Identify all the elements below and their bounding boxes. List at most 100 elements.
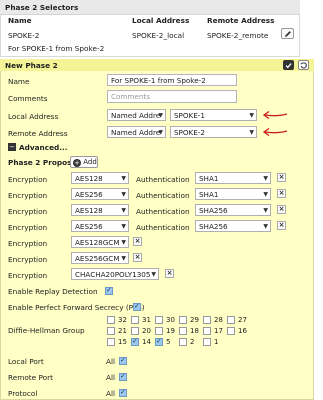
dh-group-value: 18	[190, 327, 199, 335]
local-port-label: Local Port	[8, 357, 44, 366]
encryption-label: Encryption	[8, 271, 48, 280]
authentication-select[interactable]: SHA256 ▼	[195, 204, 271, 216]
protocol-all-checkbox[interactable]	[119, 388, 127, 397]
confirm-button[interactable]	[283, 60, 294, 70]
authentication-value: SHA1	[199, 174, 219, 183]
remote-address-label: Remote Address	[8, 129, 68, 138]
dh-group-checkbox[interactable]	[203, 338, 211, 346]
encryption-value: AES256	[75, 222, 103, 231]
chevron-down-icon: ▼	[263, 207, 268, 214]
encryption-select[interactable]: AES256 ▼	[71, 188, 129, 200]
add-proposal-button[interactable]: + Add	[70, 156, 98, 168]
dh-group-checkbox[interactable]	[179, 338, 187, 346]
chevron-down-icon: ▼	[249, 112, 254, 119]
remove-proposal-button[interactable]: ×	[277, 173, 286, 182]
remove-proposal-button[interactable]: ×	[277, 221, 286, 230]
dh-group-value: 27	[238, 316, 247, 324]
chevron-down-icon: ▼	[263, 191, 268, 198]
dh-group-value: 15	[118, 338, 127, 346]
dh-group-checkbox[interactable]	[107, 327, 115, 335]
revert-button[interactable]	[298, 60, 309, 70]
chevron-down-icon: ▼	[151, 271, 156, 278]
dh-group-checkbox[interactable]	[179, 327, 187, 335]
dh-group-checkbox[interactable]	[107, 316, 115, 324]
col-name-header: Name	[8, 16, 32, 25]
collapse-icon[interactable]: −	[8, 143, 16, 151]
dh-group-value: 32	[118, 316, 127, 324]
encryption-select[interactable]: AES128 ▼	[71, 172, 129, 184]
replay-detection-checkbox[interactable]	[105, 286, 113, 295]
undo-icon	[300, 61, 307, 69]
local-port-all-checkbox[interactable]	[119, 356, 127, 365]
dh-group-value: 16	[238, 327, 247, 335]
remote-address-type-select[interactable]: Named Addre ▼	[107, 126, 166, 138]
name-input[interactable]: For SPOKE-1 from Spoke-2	[107, 74, 237, 86]
edit-selector-button[interactable]	[281, 28, 294, 39]
chevron-down-icon: ▼	[121, 191, 126, 198]
pfs-checkbox[interactable]	[133, 302, 141, 311]
chevron-down-icon: ▼	[121, 207, 126, 214]
dh-group-checkbox[interactable]	[131, 337, 139, 346]
encryption-select[interactable]: AES256 ▼	[71, 220, 129, 232]
authentication-label: Authentication	[136, 207, 190, 216]
remove-proposal-button[interactable]: ×	[133, 253, 142, 262]
chevron-down-icon: ▼	[121, 223, 126, 230]
encryption-select[interactable]: AES128 ▼	[71, 204, 129, 216]
dh-group-checkbox[interactable]	[227, 316, 235, 324]
dh-group-checkbox[interactable]	[203, 327, 211, 335]
remote-port-value: All	[106, 373, 116, 382]
dh-group-value: 31	[142, 316, 151, 324]
protocol-label: Protocol	[8, 389, 38, 398]
encryption-label: Encryption	[8, 239, 48, 248]
dh-group-checkbox[interactable]	[131, 316, 139, 324]
dh-group-checkbox[interactable]	[155, 337, 163, 346]
remove-proposal-button[interactable]: ×	[277, 189, 286, 198]
encryption-label: Encryption	[8, 255, 48, 264]
pfs-label: Enable Perfect Forward Secrecy (PFS)	[8, 303, 145, 312]
chevron-down-icon: ▼	[249, 129, 254, 136]
local-address-select[interactable]: SPOKE-1 ▼	[170, 109, 257, 121]
chevron-down-icon: ▼	[158, 112, 163, 119]
chevron-down-icon: ▼	[263, 223, 268, 230]
col-remote-header: Remote Address	[207, 16, 275, 25]
dh-group-value: 28	[214, 316, 223, 324]
remove-proposal-button[interactable]: ×	[165, 269, 174, 278]
annotation-arrow-icon	[262, 127, 288, 137]
authentication-value: SHA256	[199, 222, 228, 231]
encryption-select[interactable]: CHACHA20POLY1305 ▼	[71, 268, 159, 280]
dh-group-value: 21	[118, 327, 127, 335]
chevron-down-icon: ▼	[158, 129, 163, 136]
remove-proposal-button[interactable]: ×	[277, 205, 286, 214]
authentication-select[interactable]: SHA1 ▼	[195, 172, 271, 184]
comments-textarea[interactable]: Comments	[107, 90, 237, 103]
advanced-toggle[interactable]: Advanced...	[19, 143, 68, 152]
col-local-header: Local Address	[132, 16, 190, 25]
selector-row-remote: SPOKE-2_remote	[207, 31, 269, 40]
local-address-value: SPOKE-1	[174, 111, 205, 120]
dh-group-value: 30	[166, 316, 175, 324]
dh-group-checkbox[interactable]	[107, 338, 115, 346]
dh-group-checkbox[interactable]	[155, 327, 163, 335]
dh-group-checkbox[interactable]	[227, 327, 235, 335]
local-address-type-select[interactable]: Named Addre ▼	[107, 109, 166, 121]
encryption-select[interactable]: AES128GCM ▼	[71, 236, 129, 248]
selector-row-name[interactable]: SPOKE-2	[8, 31, 39, 40]
plus-icon: +	[73, 159, 81, 167]
remove-proposal-button[interactable]: ×	[133, 237, 142, 246]
remote-address-select[interactable]: SPOKE-2 ▼	[170, 126, 257, 138]
dh-group-checkbox[interactable]	[179, 316, 187, 324]
dh-group-checkbox[interactable]	[131, 327, 139, 335]
dh-group-checkbox[interactable]	[203, 316, 211, 324]
encryption-value: AES128	[75, 174, 103, 183]
encryption-label: Encryption	[8, 191, 48, 200]
dh-group-checkbox[interactable]	[155, 316, 163, 324]
add-button-label: Add	[83, 158, 97, 166]
authentication-select[interactable]: SHA1 ▼	[195, 188, 271, 200]
authentication-select[interactable]: SHA256 ▼	[195, 220, 271, 232]
check-icon	[285, 62, 292, 68]
remote-port-all-checkbox[interactable]	[119, 372, 127, 381]
local-type-value: Named Addre	[111, 111, 161, 120]
dh-group-value: 5	[166, 338, 171, 346]
encryption-select[interactable]: AES256GCM ▼	[71, 252, 129, 264]
remote-port-label: Remote Port	[8, 373, 53, 382]
